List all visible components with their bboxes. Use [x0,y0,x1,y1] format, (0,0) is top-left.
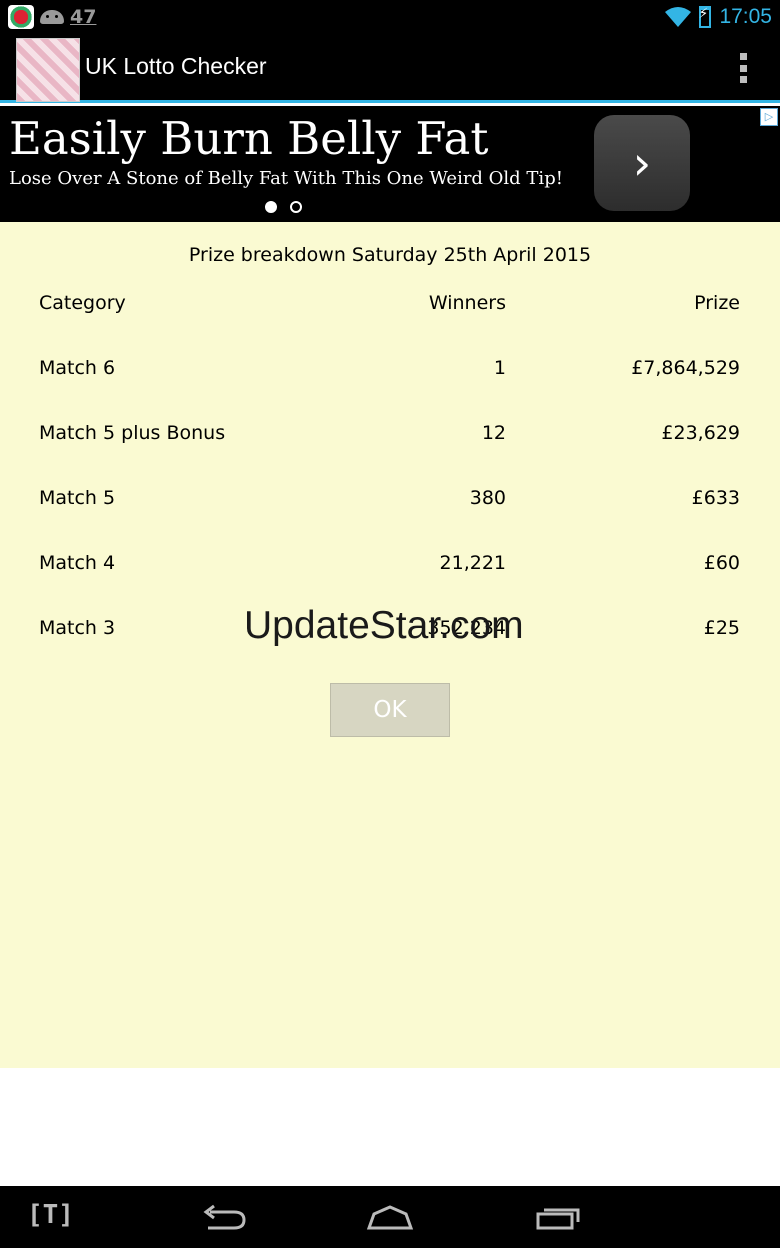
app-logo[interactable] [16,38,80,102]
row-category: Match 5 [39,487,116,509]
row-category: Match 6 [39,357,116,379]
prize-breakdown-panel: Prize breakdown Saturday 25th April 2015… [0,222,780,1068]
row-category: Match 4 [39,552,116,574]
table-row: Match 6 1 £7,864,529 [0,357,780,387]
ad-page-indicator [265,201,302,213]
t-app-button[interactable]: [T] [27,1200,74,1230]
battery-charging-icon [698,5,712,28]
row-prize: £60 [703,552,740,574]
app-notification-icon [8,4,34,29]
header-prize: Prize [694,292,740,314]
ad-subline[interactable]: Lose Over A Stone of Belly Fat With This… [9,168,563,189]
table-row: Match 5 plus Bonus 12 £23,629 [0,422,780,452]
clock: 17:05 [719,4,772,28]
wifi-icon [665,6,692,27]
header-category: Category [39,292,126,314]
back-icon[interactable] [200,1202,248,1232]
table-row: Match 4 21,221 £60 [0,552,780,582]
status-bar: 47 17:05 [0,0,780,33]
row-prize: £25 [703,617,740,639]
ok-button[interactable]: OK [330,683,450,737]
row-winners: 1 [493,357,506,379]
page-title: Prize breakdown Saturday 25th April 2015 [188,244,592,266]
row-category: Match 5 plus Bonus [39,422,226,444]
ad-choices-icon[interactable]: ▷ [760,108,778,126]
android-icon [40,9,64,24]
row-winners: 21,221 [439,552,506,574]
row-winners: 380 [469,487,506,509]
recent-apps-icon[interactable] [534,1202,582,1232]
ad-banner[interactable]: Easily Burn Belly Fat Lose Over A Stone … [0,106,780,222]
table-header-row: Category Winners Prize [0,292,780,322]
row-winners: 12 [481,422,506,444]
ad-headline[interactable]: Easily Burn Belly Fat [9,112,488,165]
chevron-right-icon: › [632,136,652,190]
home-icon[interactable] [366,1202,414,1232]
row-prize: £633 [691,487,740,509]
overflow-menu-icon[interactable] [738,53,748,83]
row-prize: £7,864,529 [631,357,740,379]
navigation-bar: [T] [0,1186,780,1248]
status-bar-system: 17:05 [665,3,772,30]
action-bar: UK Lotto Checker [0,33,780,103]
notification-count: 47 [70,5,97,28]
ad-open-button[interactable]: › [594,115,690,211]
row-prize: £23,629 [661,422,740,444]
row-category: Match 3 [39,617,116,639]
table-row: Match 5 380 £633 [0,487,780,517]
ad-page-dot-active [265,201,277,213]
watermark: UpdateStar.com [244,604,524,647]
header-winners: Winners [428,292,506,314]
status-bar-notifications: 47 [8,4,96,29]
ad-page-dot [290,201,302,213]
app-title: UK Lotto Checker [85,53,267,79]
